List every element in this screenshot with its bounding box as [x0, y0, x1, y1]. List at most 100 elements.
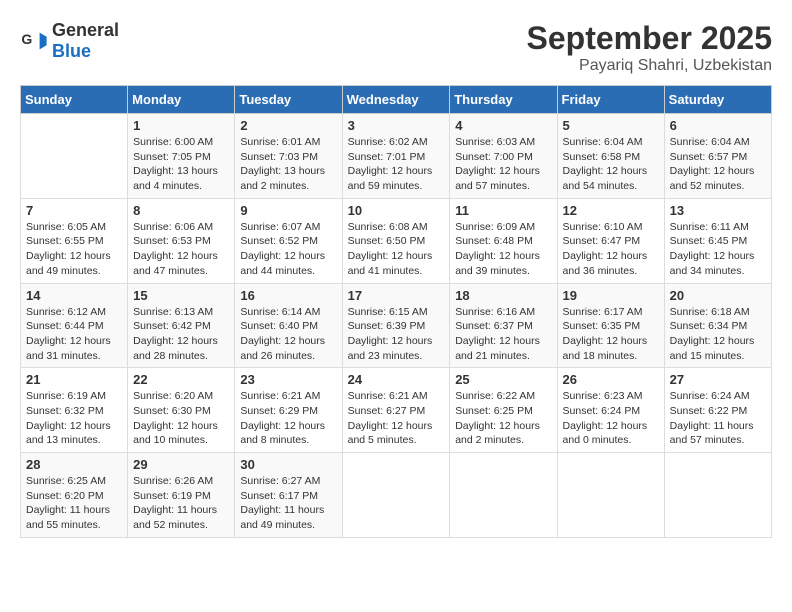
- location-title: Payariq Shahri, Uzbekistan: [527, 57, 772, 75]
- day-info: Sunrise: 6:21 AM Sunset: 6:27 PM Dayligh…: [348, 389, 445, 448]
- day-info: Sunrise: 6:23 AM Sunset: 6:24 PM Dayligh…: [563, 389, 659, 448]
- calendar-week-row: 28Sunrise: 6:25 AM Sunset: 6:20 PM Dayli…: [21, 453, 772, 538]
- day-number: 23: [240, 372, 336, 387]
- table-row: 23 Sunrise: 6:21 AM Sunset: 6:29 PM Dayli…: [235, 368, 342, 453]
- day-number: 7: [26, 203, 122, 218]
- logo-text: General Blue: [52, 20, 119, 62]
- day-number: 28: [26, 457, 122, 472]
- table-row: 10 Sunrise: 6:08 AM Sunset: 6:50 PM Dayli…: [342, 198, 450, 283]
- day-number: 20: [670, 288, 766, 303]
- day-info: Sunrise: 6:26 AM Sunset: 6:19 PM Dayligh…: [133, 474, 229, 533]
- logo-icon: G: [20, 27, 48, 55]
- day-number: 6: [670, 118, 766, 133]
- table-row: 26 Sunrise: 6:23 AM Sunset: 6:24 PM Dayli…: [557, 368, 664, 453]
- day-info: Sunrise: 6:15 AM Sunset: 6:39 PM Dayligh…: [348, 305, 445, 364]
- day-info: Sunrise: 6:19 AM Sunset: 6:32 PM Dayligh…: [26, 389, 122, 448]
- table-row: 14Sunrise: 6:12 AM Sunset: 6:44 PM Dayli…: [21, 283, 128, 368]
- table-row: 27 Sunrise: 6:24 AM Sunset: 6:22 PM Dayli…: [664, 368, 771, 453]
- col-monday: Monday: [128, 86, 235, 114]
- day-info: Sunrise: 6:06 AM Sunset: 6:53 PM Dayligh…: [133, 220, 229, 279]
- month-title: September 2025: [527, 20, 772, 57]
- day-number: 12: [563, 203, 659, 218]
- logo-blue: Blue: [52, 41, 91, 61]
- table-row: [557, 453, 664, 538]
- day-info: Sunrise: 6:01 AM Sunset: 7:03 PM Dayligh…: [240, 135, 336, 194]
- table-row: 16 Sunrise: 6:14 AM Sunset: 6:40 PM Dayli…: [235, 283, 342, 368]
- day-number: 21: [26, 372, 122, 387]
- day-number: 25: [455, 372, 551, 387]
- day-info: Sunrise: 6:04 AM Sunset: 6:58 PM Dayligh…: [563, 135, 659, 194]
- day-info: Sunrise: 6:04 AM Sunset: 6:57 PM Dayligh…: [670, 135, 766, 194]
- day-number: 9: [240, 203, 336, 218]
- day-number: 29: [133, 457, 229, 472]
- day-number: 18: [455, 288, 551, 303]
- table-row: 2 Sunrise: 6:01 AM Sunset: 7:03 PM Daylig…: [235, 114, 342, 199]
- day-number: 11: [455, 203, 551, 218]
- day-info: Sunrise: 6:18 AM Sunset: 6:34 PM Dayligh…: [670, 305, 766, 364]
- day-number: 2: [240, 118, 336, 133]
- table-row: 18 Sunrise: 6:16 AM Sunset: 6:37 PM Dayli…: [450, 283, 557, 368]
- day-number: 16: [240, 288, 336, 303]
- table-row: 8 Sunrise: 6:06 AM Sunset: 6:53 PM Daylig…: [128, 198, 235, 283]
- day-info: Sunrise: 6:21 AM Sunset: 6:29 PM Dayligh…: [240, 389, 336, 448]
- table-row: 11Sunrise: 6:09 AM Sunset: 6:48 PM Dayli…: [450, 198, 557, 283]
- day-number: 5: [563, 118, 659, 133]
- day-info: Sunrise: 6:24 AM Sunset: 6:22 PM Dayligh…: [670, 389, 766, 448]
- day-number: 1: [133, 118, 229, 133]
- calendar-header-row: Sunday Monday Tuesday Wednesday Thursday…: [21, 86, 772, 114]
- table-row: 17 Sunrise: 6:15 AM Sunset: 6:39 PM Dayli…: [342, 283, 450, 368]
- table-row: 30 Sunrise: 6:27 AM Sunset: 6:17 PM Dayli…: [235, 453, 342, 538]
- day-number: 30: [240, 457, 336, 472]
- svg-text:G: G: [21, 31, 32, 47]
- day-info: Sunrise: 6:10 AM Sunset: 6:47 PM Dayligh…: [563, 220, 659, 279]
- table-row: 19Sunrise: 6:17 AM Sunset: 6:35 PM Dayli…: [557, 283, 664, 368]
- table-row: [21, 114, 128, 199]
- col-saturday: Saturday: [664, 86, 771, 114]
- day-info: Sunrise: 6:03 AM Sunset: 7:00 PM Dayligh…: [455, 135, 551, 194]
- day-info: Sunrise: 6:08 AM Sunset: 6:50 PM Dayligh…: [348, 220, 445, 279]
- day-number: 26: [563, 372, 659, 387]
- col-friday: Friday: [557, 86, 664, 114]
- table-row: 13 Sunrise: 6:11 AM Sunset: 6:45 PM Dayli…: [664, 198, 771, 283]
- calendar-week-row: 14Sunrise: 6:12 AM Sunset: 6:44 PM Dayli…: [21, 283, 772, 368]
- day-info: Sunrise: 6:16 AM Sunset: 6:37 PM Dayligh…: [455, 305, 551, 364]
- day-info: Sunrise: 6:05 AM Sunset: 6:55 PM Dayligh…: [26, 220, 122, 279]
- table-row: 24Sunrise: 6:21 AM Sunset: 6:27 PM Dayli…: [342, 368, 450, 453]
- table-row: 3Sunrise: 6:02 AM Sunset: 7:01 PM Daylig…: [342, 114, 450, 199]
- day-info: Sunrise: 6:14 AM Sunset: 6:40 PM Dayligh…: [240, 305, 336, 364]
- day-info: Sunrise: 6:00 AM Sunset: 7:05 PM Dayligh…: [133, 135, 229, 194]
- day-number: 22: [133, 372, 229, 387]
- page-header: G General Blue September 2025 Payariq Sh…: [20, 20, 772, 75]
- day-number: 4: [455, 118, 551, 133]
- calendar-week-row: 7 Sunrise: 6:05 AM Sunset: 6:55 PM Daylig…: [21, 198, 772, 283]
- calendar-week-row: 21 Sunrise: 6:19 AM Sunset: 6:32 PM Dayli…: [21, 368, 772, 453]
- table-row: 5 Sunrise: 6:04 AM Sunset: 6:58 PM Daylig…: [557, 114, 664, 199]
- day-number: 27: [670, 372, 766, 387]
- title-area: September 2025 Payariq Shahri, Uzbekista…: [527, 20, 772, 75]
- table-row: 25 Sunrise: 6:22 AM Sunset: 6:25 PM Dayli…: [450, 368, 557, 453]
- table-row: 28Sunrise: 6:25 AM Sunset: 6:20 PM Dayli…: [21, 453, 128, 538]
- table-row: 21 Sunrise: 6:19 AM Sunset: 6:32 PM Dayli…: [21, 368, 128, 453]
- calendar-week-row: 1 Sunrise: 6:00 AM Sunset: 7:05 PM Daylig…: [21, 114, 772, 199]
- table-row: 1 Sunrise: 6:00 AM Sunset: 7:05 PM Daylig…: [128, 114, 235, 199]
- day-info: Sunrise: 6:02 AM Sunset: 7:01 PM Dayligh…: [348, 135, 445, 194]
- day-info: Sunrise: 6:27 AM Sunset: 6:17 PM Dayligh…: [240, 474, 336, 533]
- table-row: [664, 453, 771, 538]
- day-info: Sunrise: 6:22 AM Sunset: 6:25 PM Dayligh…: [455, 389, 551, 448]
- day-info: Sunrise: 6:07 AM Sunset: 6:52 PM Dayligh…: [240, 220, 336, 279]
- day-number: 13: [670, 203, 766, 218]
- table-row: 29 Sunrise: 6:26 AM Sunset: 6:19 PM Dayli…: [128, 453, 235, 538]
- table-row: [342, 453, 450, 538]
- table-row: 20 Sunrise: 6:18 AM Sunset: 6:34 PM Dayli…: [664, 283, 771, 368]
- day-number: 17: [348, 288, 445, 303]
- calendar-table: Sunday Monday Tuesday Wednesday Thursday…: [20, 85, 772, 538]
- day-number: 10: [348, 203, 445, 218]
- day-number: 15: [133, 288, 229, 303]
- table-row: 9 Sunrise: 6:07 AM Sunset: 6:52 PM Daylig…: [235, 198, 342, 283]
- day-info: Sunrise: 6:11 AM Sunset: 6:45 PM Dayligh…: [670, 220, 766, 279]
- table-row: [450, 453, 557, 538]
- day-number: 8: [133, 203, 229, 218]
- day-info: Sunrise: 6:12 AM Sunset: 6:44 PM Dayligh…: [26, 305, 122, 364]
- col-tuesday: Tuesday: [235, 86, 342, 114]
- table-row: 12 Sunrise: 6:10 AM Sunset: 6:47 PM Dayli…: [557, 198, 664, 283]
